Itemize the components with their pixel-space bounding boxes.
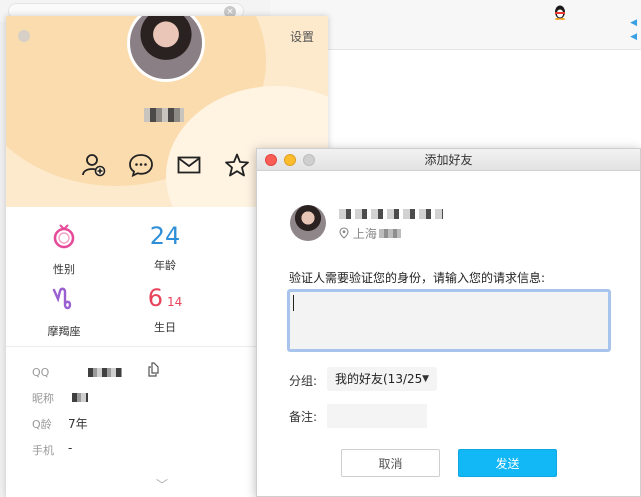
remark-label: 备注: [289,410,318,424]
age-label: 年龄 [154,259,176,272]
dialog-maximize-button [303,154,315,166]
group-label: 分组: [289,374,318,388]
zodiac-label: 摩羯座 [47,325,81,338]
birthday-day: 14 [167,295,183,309]
star-icon[interactable] [224,152,250,178]
dialog-titlebar[interactable]: 添加好友 [257,149,640,171]
qq-age-label: Q龄 [32,418,52,431]
friend-location: 上海 [339,225,377,242]
group-select[interactable]: 我的好友(13/25 ▼ [327,367,437,391]
phone-label: 手机 [32,444,54,457]
qq-number-label: QQ [32,366,50,379]
group-select-value: 我的好友(13/25 [335,372,423,386]
chat-icon[interactable] [128,152,154,178]
gender-stat: 性别 [24,221,104,277]
cancel-button[interactable]: 取消 [341,449,440,477]
background-arrow-icon[interactable]: ◀ [630,32,637,42]
add-friend-dialog: 添加好友 上海 验证人需要验证您的身份，请输入您的请求信息: 分组: 我的好友(… [256,148,641,497]
remark-input[interactable] [327,404,427,428]
age-value: 24 [149,222,181,250]
friend-location-redacted [379,229,401,238]
nickname-label: 昵称 [32,392,54,405]
settings-link[interactable]: 设置 [290,28,314,45]
gender-label: 性别 [53,263,75,276]
capricorn-icon [52,287,72,310]
phone-value: - [68,441,73,455]
birthday-stat: 6 14 生日 [125,283,205,335]
text-caret [293,295,294,311]
profile-nickname-redacted [144,108,184,122]
gender-female-icon [53,224,75,249]
dialog-close-button[interactable] [265,154,277,166]
qq-age-value: 7年 [68,417,88,431]
friend-avatar [290,205,326,241]
dialog-minimize-button[interactable] [284,154,296,166]
friend-location-text: 上海 [352,227,377,241]
birthday-value: 6 14 [125,283,205,313]
chevron-down-icon[interactable]: ﹀ [156,476,168,493]
request-message-input[interactable] [287,289,611,352]
qq-penguin-icon [555,5,565,20]
chevron-down-icon: ▼ [422,374,429,384]
birthday-label: 生日 [154,321,176,334]
add-contact-icon[interactable] [80,152,106,178]
mail-icon[interactable] [176,152,202,178]
qq-number-redacted [88,368,122,377]
background-arrow-icon[interactable]: ◀ [630,18,637,28]
verification-prompt: 验证人需要验证您的身份，请输入您的请求信息: [289,271,546,285]
zodiac-stat: 摩羯座 [24,283,104,339]
friend-name-redacted [339,209,443,219]
copy-link-icon[interactable] [148,361,162,377]
birthday-month: 6 [147,284,163,312]
age-stat: 24 年龄 [125,221,205,273]
location-pin-icon [339,227,349,239]
window-close-button[interactable] [18,30,30,42]
send-button[interactable]: 发送 [458,449,557,477]
nickname-redacted [72,393,88,402]
